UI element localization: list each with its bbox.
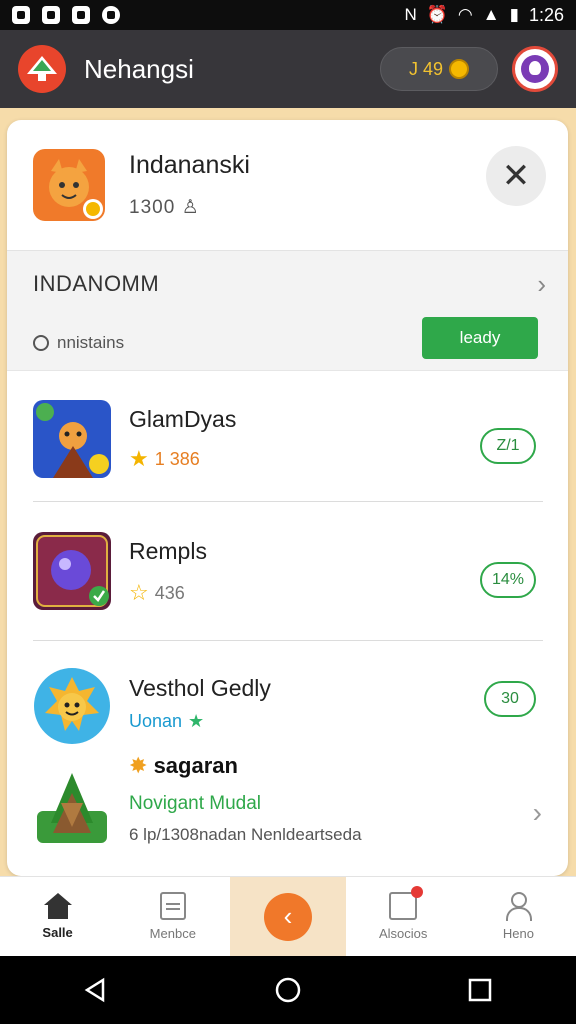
chevron-right-icon[interactable]: › (537, 269, 546, 300)
app-logo-icon[interactable] (18, 45, 66, 93)
game-rating: ★ 1 386 (129, 446, 200, 471)
app-bar: Nehangsi J 49 (0, 30, 576, 108)
game-name: GlamDyas (129, 406, 237, 432)
ready-button[interactable]: leady (422, 317, 538, 359)
game-title: Indananski (129, 151, 250, 179)
nfc-icon: N (404, 5, 417, 24)
person-icon: ♙ (181, 197, 200, 218)
game-name: Vesthol Gedly (129, 675, 271, 701)
notification-icon (12, 6, 30, 24)
section-subtitle: nnistains (33, 333, 124, 353)
game-description: 6 lp/1308nadan Nenldeartseda (129, 825, 362, 844)
notification-badge (411, 886, 424, 898)
clock: 1:26 (528, 4, 564, 25)
progress-badge[interactable]: Z/1 (480, 428, 536, 464)
section-title: INDANOMM (33, 271, 160, 296)
bottom-nav: Salle Menbce ‹ Alsocios Heno (0, 876, 576, 956)
recents-icon[interactable] (467, 977, 493, 1003)
home-icon (43, 893, 72, 919)
nav-item-alsocios[interactable]: Alsocios (346, 877, 461, 956)
game-name: Rempls (129, 538, 207, 564)
star-outline-icon: ☆ (129, 580, 149, 605)
nav-item-center[interactable]: ‹ (230, 877, 346, 956)
game-status: Novigant Mudal (129, 793, 262, 814)
list-item[interactable]: GlamDyas ★ 1 386 Z/1 (7, 372, 568, 502)
star-icon: ✸ (129, 753, 148, 778)
info-icon (33, 335, 49, 351)
coin-icon (449, 59, 470, 79)
nav-label: Alsocios (379, 926, 428, 941)
progress-badge[interactable]: 30 (484, 681, 536, 717)
star-icon: ★ (129, 446, 149, 471)
game-card: Indananski 1300 ♙ ✕ INDANOMM › nnistains… (7, 120, 568, 876)
game-subtitle: ✸ sagaran (129, 753, 238, 778)
game-icon (33, 767, 111, 845)
game-icon (33, 149, 105, 221)
nav-item-heno[interactable]: Heno (461, 877, 576, 956)
nav-item-salle[interactable]: Salle (0, 877, 115, 956)
close-button[interactable]: ✕ (486, 146, 546, 206)
notification-icon (102, 6, 120, 24)
message-icon (389, 886, 424, 920)
back-icon[interactable] (83, 977, 109, 1003)
game-player-count: 1300 ♙ (129, 197, 200, 218)
game-rating: ☆ 436 (129, 580, 185, 605)
home-circle-icon[interactable] (275, 977, 301, 1003)
document-icon (159, 892, 186, 920)
nav-item-menbce[interactable]: Menbce (115, 877, 230, 956)
status-bar: N ⏰ ◠ ▲ ▮ 1:26 (0, 0, 576, 30)
nav-label: Menbce (149, 926, 196, 941)
coin-balance[interactable]: J 49 (380, 47, 498, 91)
signal-icon: ▲ (482, 5, 500, 24)
notification-icon (42, 6, 60, 24)
app-title: Nehangsi (84, 53, 194, 84)
nav-label: Salle (42, 925, 73, 940)
game-icon (33, 667, 111, 745)
star-icon: ★ (188, 711, 205, 731)
progress-badge[interactable]: 14% (480, 562, 536, 598)
game-icon (33, 400, 111, 478)
game-icon (33, 532, 111, 610)
user-icon (505, 892, 533, 921)
collection-section[interactable]: INDANOMM › nnistains leady (7, 251, 568, 371)
wifi-icon: ◠ (457, 5, 473, 24)
list-item[interactable]: Vesthol Gedly Uonan ★ 30 ✸ sagaran Novig… (7, 641, 568, 876)
game-header: Indananski 1300 ♙ ✕ (7, 120, 568, 251)
list-item[interactable]: Rempls ☆ 436 14% (7, 502, 568, 640)
notification-icon (72, 6, 90, 24)
chevron-right-icon[interactable]: › (533, 797, 542, 829)
game-tag: Uonan ★ (129, 711, 205, 731)
battery-icon: ▮ (509, 5, 519, 24)
avatar[interactable] (512, 46, 558, 92)
chevron-left-icon[interactable]: ‹ (264, 892, 312, 941)
coin-balance-text: J 49 (408, 58, 444, 79)
alarm-icon: ⏰ (426, 5, 448, 24)
system-nav (0, 956, 576, 1024)
nav-label: Heno (502, 926, 534, 941)
